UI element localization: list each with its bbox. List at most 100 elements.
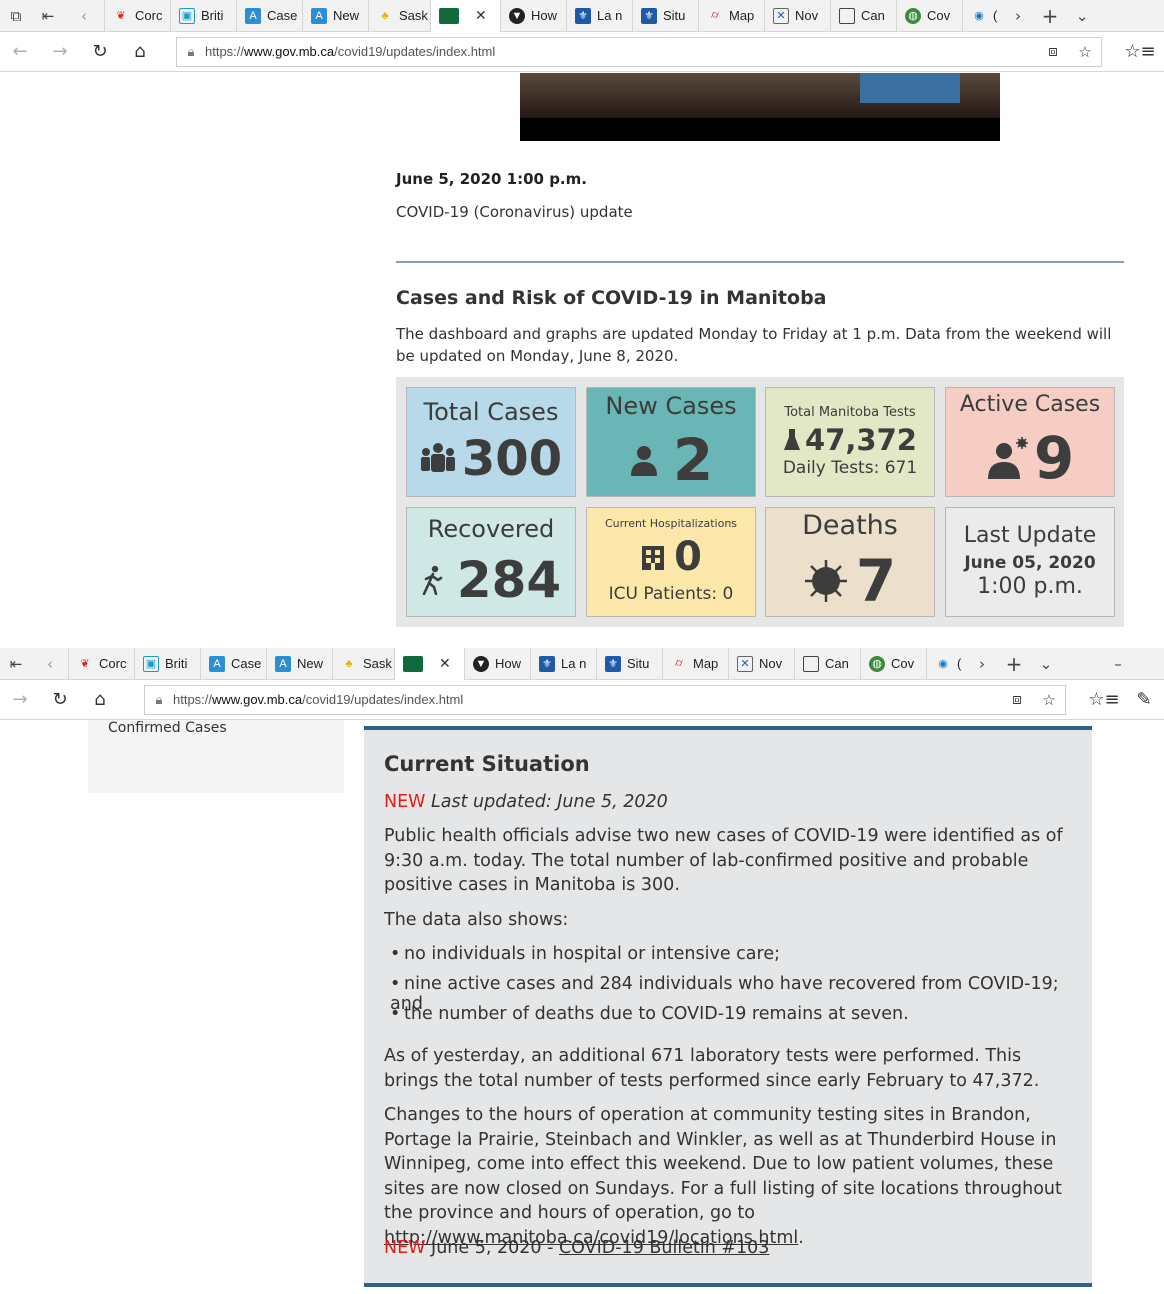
browser-tab[interactable]: ♣ Sask bbox=[332, 648, 394, 680]
last-update-time: 1:00 p.m. bbox=[977, 574, 1083, 599]
address-bar: → ↻ ⌂ 🔒︎ https://www.gov.mb.ca/covid19/u… bbox=[0, 680, 1164, 720]
refresh-icon[interactable]: ↻ bbox=[40, 680, 80, 720]
browser-tab[interactable]: ⚜ Situ bbox=[632, 0, 698, 32]
browser-tab[interactable]: A New bbox=[266, 648, 332, 680]
browser-tab[interactable]: Can bbox=[830, 0, 896, 32]
bulletin-link[interactable]: COVID-19 Bulletin #103 bbox=[559, 1238, 769, 1258]
tile-label: Last Update bbox=[963, 523, 1097, 548]
close-tab-icon[interactable]: ✕ bbox=[439, 655, 451, 672]
sidebar-item-confirmed-cases[interactable]: Confirmed Cases bbox=[108, 720, 227, 736]
map-icon: ⌭ bbox=[711, 9, 719, 21]
favorites-list-icon[interactable]: ☆≡ bbox=[1084, 680, 1124, 720]
browser-tab[interactable]: ⌭ Map bbox=[662, 648, 728, 680]
forward-arrow-icon[interactable]: → bbox=[0, 680, 40, 720]
favorite-star-icon[interactable]: ☆ bbox=[1069, 43, 1101, 61]
list-item: • the number of deaths due to COVID-19 re… bbox=[390, 1004, 909, 1024]
browser-tab[interactable]: ⚜ Situ bbox=[596, 648, 662, 680]
tile-label: New Cases bbox=[605, 392, 737, 420]
browser-tab[interactable]: A Case bbox=[236, 0, 302, 32]
pen-icon[interactable]: ✎ bbox=[1124, 680, 1164, 720]
browser-tab[interactable]: ⚜ La n bbox=[530, 648, 596, 680]
browser-tab[interactable]: ❦ Corc bbox=[68, 648, 134, 680]
ns-icon: ✕ bbox=[737, 655, 753, 672]
close-tab-icon[interactable]: ✕ bbox=[475, 7, 487, 24]
people-group-icon bbox=[420, 443, 455, 472]
browser-tab[interactable]: ◉( bbox=[926, 648, 966, 680]
back-arrow-icon[interactable]: ← bbox=[0, 32, 40, 72]
browser-tab[interactable]: ◉( bbox=[962, 0, 1002, 32]
browser-tab[interactable]: ⚜ La n bbox=[566, 0, 632, 32]
browser-tab-active[interactable]: ✕ bbox=[430, 0, 500, 32]
video-controls-bar[interactable] bbox=[520, 118, 1000, 141]
last-update-date: June 05, 2020 bbox=[964, 553, 1096, 573]
browser-tab-active[interactable]: ✕ bbox=[394, 648, 464, 680]
new-tab-icon[interactable]: + bbox=[1034, 0, 1066, 32]
maple-leaf-icon: ❦ bbox=[116, 10, 126, 22]
alberta-icon: A bbox=[275, 655, 291, 672]
map-icon: ⌭ bbox=[675, 657, 683, 669]
browser-tab[interactable]: ❦ Corc bbox=[104, 0, 170, 32]
tab-menu-chevron-down-icon[interactable]: ⌄ bbox=[1066, 0, 1098, 32]
browser-tab[interactable]: ◍ Cov bbox=[896, 0, 962, 32]
minimize-icon[interactable]: – bbox=[1102, 648, 1134, 680]
set-aside-tabs-icon[interactable]: ⇤ bbox=[0, 648, 32, 680]
tab-label: Situ bbox=[663, 8, 686, 23]
tab-bar: ⇤ ‹ ❦ Corc ▣ Briti A Case A New ♣ Sask ✕ ▼ How… bbox=[0, 648, 1164, 680]
favorite-star-icon[interactable]: ☆ bbox=[1033, 691, 1065, 709]
lock-icon: 🔒︎ bbox=[155, 691, 163, 707]
reading-view-icon[interactable]: ⧈ bbox=[1001, 691, 1033, 708]
browser-tab[interactable]: ▼ How bbox=[464, 648, 530, 680]
video-presenter bbox=[860, 73, 960, 103]
hospital-icon bbox=[642, 546, 665, 570]
set-aside-tabs-icon[interactable]: ⇤ bbox=[32, 0, 64, 32]
recovered-value: 284 bbox=[456, 551, 562, 609]
forward-arrow-icon[interactable]: → bbox=[40, 32, 80, 72]
browser-window-bottom: ⇤ ‹ ❦ Corc ▣ Briti A Case A New ♣ Sask ✕ ▼ How… bbox=[0, 648, 1164, 1294]
home-icon[interactable]: ⌂ bbox=[80, 680, 120, 720]
favorites-list-icon[interactable]: ☆≡ bbox=[1120, 32, 1160, 72]
tab-label: ( bbox=[993, 8, 998, 23]
tile-last-update: Last Update June 05, 2020 1:00 p.m. bbox=[945, 507, 1115, 617]
browser-tab[interactable]: ▣ Briti bbox=[134, 648, 200, 680]
person-icon bbox=[630, 446, 657, 476]
browser-tab[interactable]: ⌭ Map bbox=[698, 0, 764, 32]
tile-new-cases: New Cases 2 bbox=[586, 387, 756, 497]
browser-tab[interactable]: ♣ Sask bbox=[368, 0, 430, 32]
tab-label: Sask bbox=[363, 656, 392, 671]
tile-label: Total Manitoba Tests bbox=[784, 405, 916, 420]
new-tab-icon[interactable]: + bbox=[998, 648, 1030, 680]
globe-icon: ◍ bbox=[905, 7, 921, 24]
browser-tab[interactable]: ✕ Nov bbox=[764, 0, 830, 32]
browser-tab[interactable]: ◍ Cov bbox=[860, 648, 926, 680]
alberta-icon: A bbox=[311, 7, 327, 24]
browser-tab[interactable]: ✕ Nov bbox=[728, 648, 794, 680]
address-bar: ← → ↻ ⌂ 🔒︎ https://www.gov.mb.ca/covid19… bbox=[0, 32, 1164, 72]
browser-tab[interactable]: A New bbox=[302, 0, 368, 32]
flask-icon bbox=[784, 429, 801, 450]
reading-view-icon[interactable]: ⧈ bbox=[1037, 43, 1069, 60]
browser-tab[interactable]: ▣ Briti bbox=[170, 0, 236, 32]
url-field[interactable]: 🔒︎ https://www.gov.mb.ca/covid19/updates… bbox=[144, 684, 1066, 715]
tab-list-icon[interactable]: ⧉ bbox=[0, 0, 32, 32]
browser-tab[interactable]: A Case bbox=[200, 648, 266, 680]
tile-total-cases: Total Cases 300 bbox=[406, 387, 576, 497]
tile-total-tests: Total Manitoba Tests 47,372 Daily Tests:… bbox=[765, 387, 935, 497]
browser-tab[interactable]: ▼ How bbox=[500, 0, 566, 32]
tab-menu-chevron-down-icon[interactable]: ⌄ bbox=[1030, 648, 1062, 680]
home-icon[interactable]: ⌂ bbox=[120, 32, 160, 72]
tab-label: Briti bbox=[165, 656, 188, 671]
paragraph-testing-sites: Changes to the hours of operation at com… bbox=[384, 1105, 1062, 1248]
refresh-icon[interactable]: ↻ bbox=[80, 32, 120, 72]
divider bbox=[396, 261, 1124, 263]
url-field[interactable]: 🔒︎ https://www.gov.mb.ca/covid19/updates… bbox=[176, 36, 1102, 67]
scroll-right-icon[interactable]: › bbox=[966, 648, 998, 680]
scroll-right-icon[interactable]: › bbox=[1002, 0, 1034, 32]
tab-label: Case bbox=[231, 656, 262, 671]
tile-deaths: Deaths 7 bbox=[765, 507, 935, 617]
scroll-left-icon[interactable]: ‹ bbox=[64, 0, 104, 32]
scroll-left-icon[interactable]: ‹ bbox=[32, 648, 68, 680]
new-cases-value: 2 bbox=[672, 426, 714, 494]
video-player[interactable] bbox=[520, 73, 1000, 141]
tab-label: How bbox=[495, 656, 522, 671]
browser-tab[interactable]: Can bbox=[794, 648, 860, 680]
